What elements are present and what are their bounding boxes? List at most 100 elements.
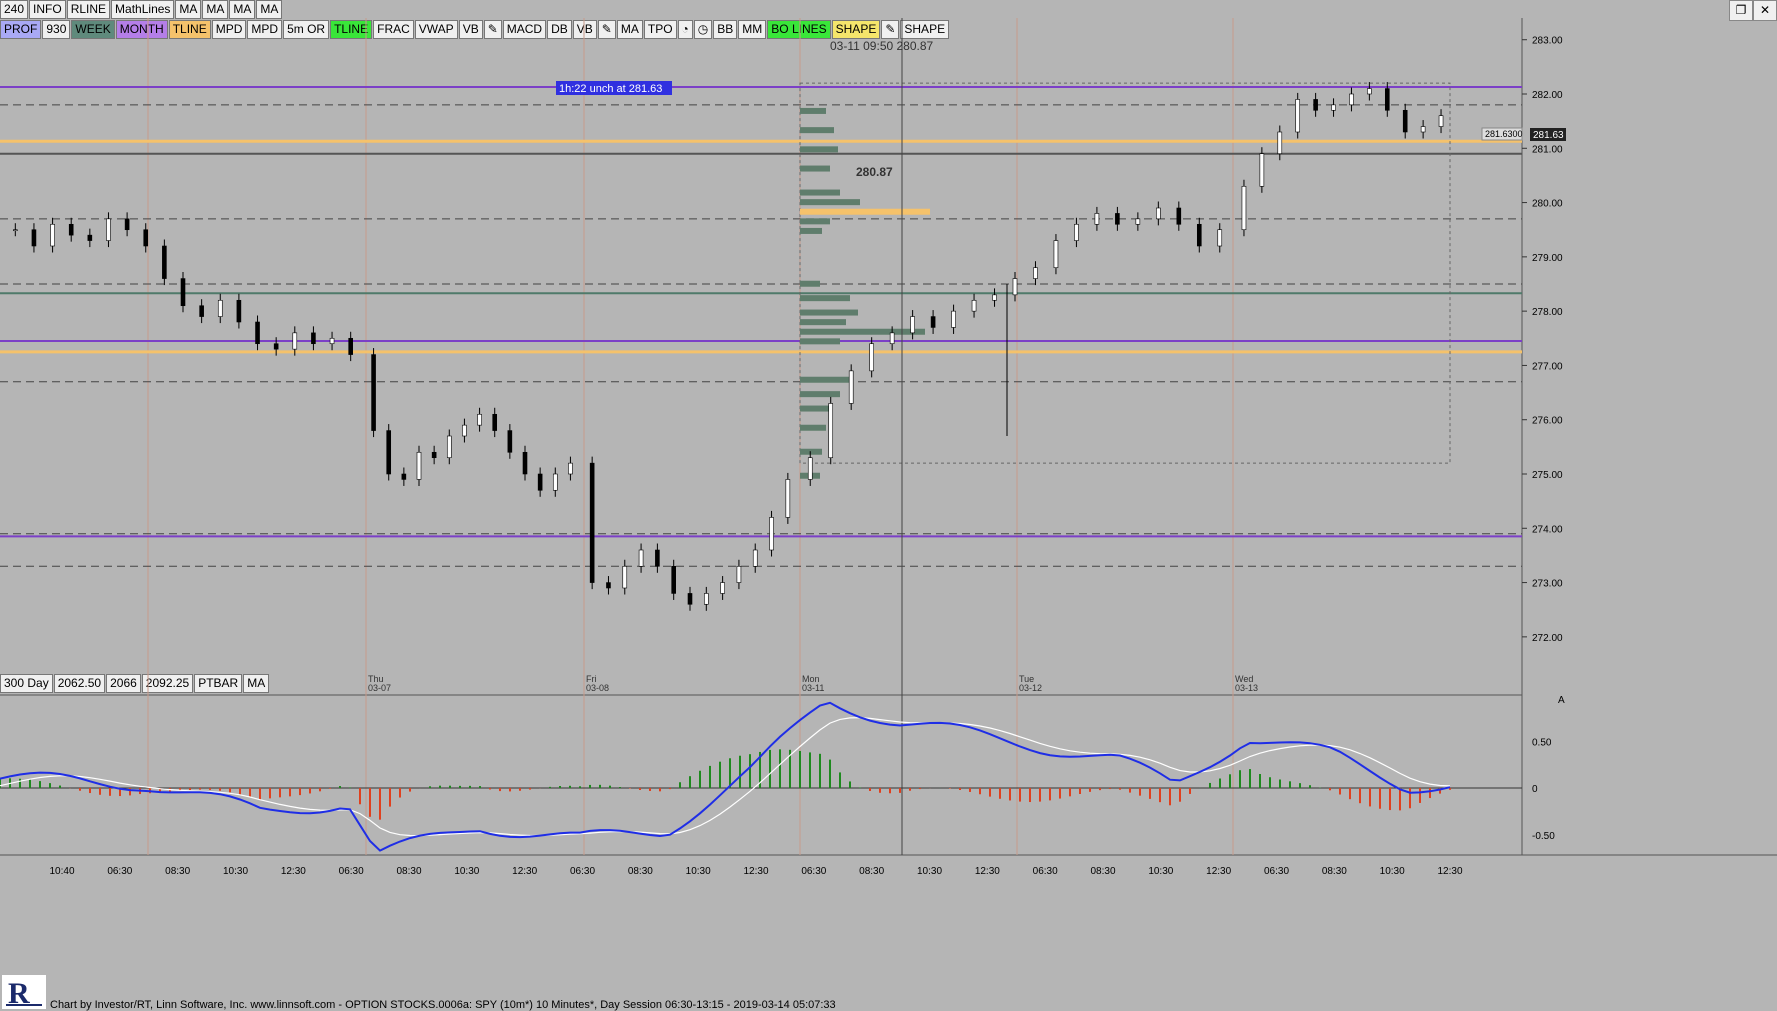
time-tick-label-22: 08:30	[1322, 866, 1347, 877]
candle-body-34	[606, 582, 611, 589]
candle-body-48	[848, 370, 854, 404]
profile-bar-15	[800, 376, 850, 383]
candle-body-71	[1313, 99, 1318, 111]
date-label-2: 03-11	[802, 683, 824, 693]
investor-rt-logo-icon: R	[2, 975, 46, 1009]
last-price-tag-label: 281.63	[1533, 130, 1564, 141]
candle-body-55	[992, 294, 997, 301]
candle-body-52	[930, 316, 936, 328]
candle-body-18	[348, 337, 353, 355]
candle-body-32	[568, 462, 573, 475]
candle-body-62	[1135, 218, 1141, 225]
time-tick-label-6: 08:30	[396, 866, 421, 877]
time-tick-label-9: 06:30	[570, 866, 595, 877]
y-tick-label-1: 273.00	[1532, 579, 1563, 590]
candle-body-56	[1012, 278, 1018, 296]
banner-text: 1h:22 unch at 281.63	[559, 83, 662, 95]
profile-bar-16	[800, 391, 840, 398]
macd-tick-label-1: 0	[1532, 784, 1538, 795]
candle-body-24	[446, 435, 452, 459]
candle-body-20	[386, 430, 392, 475]
y-tick-label-3: 275.00	[1532, 470, 1563, 481]
candle-body-68	[1259, 153, 1265, 187]
profile-bar-6	[800, 208, 930, 215]
candle-body-67	[1241, 185, 1247, 231]
candle-body-2	[50, 223, 55, 247]
last-price-label: 281.6300	[1485, 129, 1523, 139]
candle-body-51	[910, 316, 915, 334]
candle-body-27	[492, 413, 498, 431]
candle-body-6	[124, 218, 130, 231]
candle-body-45	[785, 479, 791, 518]
y-tick-label-7: 279.00	[1532, 253, 1563, 264]
time-tick-label-20: 12:30	[1206, 866, 1231, 877]
time-tick-label-24: 12:30	[1437, 866, 1462, 877]
time-tick-label-17: 06:30	[1033, 866, 1058, 877]
time-tick-label-2: 08:30	[165, 866, 190, 877]
profile-bar-10	[800, 295, 850, 302]
profile-bar-1	[800, 127, 834, 134]
candle-body-77	[1420, 126, 1426, 133]
time-tick-label-8: 12:30	[512, 866, 537, 877]
time-tick-label-21: 06:30	[1264, 866, 1289, 877]
candle-body-57	[1033, 267, 1038, 279]
profile-bar-12	[800, 319, 846, 326]
candle-body-5	[106, 218, 111, 241]
profile-bar-9	[800, 280, 820, 287]
candle-body-16	[311, 332, 316, 345]
candle-body-42	[736, 565, 742, 583]
candle-body-7	[143, 229, 149, 247]
time-tick-label-7: 10:30	[454, 866, 479, 877]
candle-body-19	[371, 354, 376, 431]
candle-body-64	[1176, 207, 1182, 225]
candle-body-40	[704, 593, 709, 605]
candle-body-23	[431, 451, 437, 459]
price-chart[interactable]: 272.00 273.00 274.00 275.00 276.00 277.00 278.…	[0, 0, 1777, 1011]
profile-bar-14	[800, 338, 840, 345]
profile-bar-11	[800, 309, 858, 316]
candle-body-37	[655, 549, 660, 567]
date-label-1: 03-08	[586, 683, 609, 693]
profile-bar-4	[800, 189, 840, 196]
candle-body-35	[622, 565, 628, 589]
candle-body-10	[199, 305, 204, 317]
y-tick-label-8: 280.00	[1532, 199, 1563, 210]
candle-body-46	[807, 457, 813, 480]
candle-body-28	[507, 430, 513, 453]
candle-body-78	[1438, 115, 1444, 127]
time-tick-label-1: 06:30	[107, 866, 132, 877]
candle-body-8	[162, 245, 167, 279]
candle-body-36	[638, 549, 644, 567]
candle-body-43	[752, 549, 758, 567]
profile-bar-8	[800, 227, 822, 234]
y-tick-label-5: 277.00	[1532, 361, 1563, 372]
macd-tick-label-0: 0.50	[1532, 737, 1552, 748]
candle-body-44	[769, 517, 774, 551]
candle-body-30	[537, 473, 543, 491]
candle-body-70	[1295, 99, 1301, 133]
y-tick-label-10: 282.00	[1532, 90, 1563, 101]
profile-bar-5	[800, 199, 860, 206]
time-tick-label-0: 10:40	[49, 866, 74, 877]
y-tick-label-11: 283.00	[1532, 36, 1563, 47]
candle-body-0	[13, 229, 18, 232]
candle-body-50	[889, 332, 895, 345]
candle-body-60	[1094, 213, 1100, 225]
candle-body-15	[292, 332, 298, 350]
candle-body-21	[401, 473, 407, 480]
candle-body-41	[720, 582, 725, 594]
macd-tick-label-2: -0.50	[1532, 831, 1555, 842]
time-tick-label-4: 12:30	[281, 866, 306, 877]
macd-label: A	[1558, 695, 1565, 706]
candle-body-29	[522, 451, 528, 475]
footer-caption: Chart by Investor/RT, Linn Software, Inc…	[50, 999, 836, 1011]
y-tick-label-6: 278.00	[1532, 307, 1563, 318]
time-tick-label-18: 08:30	[1090, 866, 1115, 877]
profile-bar-19	[800, 448, 822, 455]
candle-body-74	[1367, 88, 1372, 95]
candle-body-3	[68, 223, 74, 236]
candle-body-75	[1384, 88, 1390, 111]
candle-body-72	[1331, 104, 1336, 111]
candle-body-25	[462, 424, 467, 437]
time-tick-label-11: 10:30	[686, 866, 711, 877]
